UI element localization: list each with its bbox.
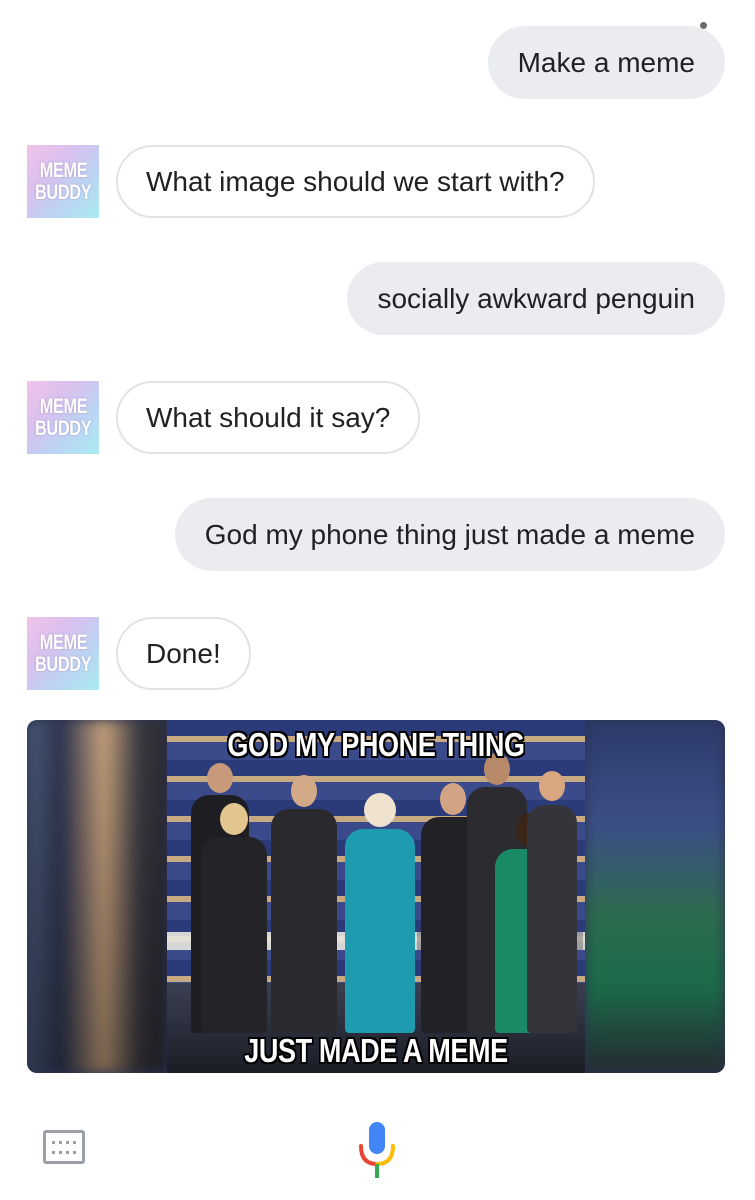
meme-buddy-avatar: MEME BUDDY xyxy=(27,381,99,454)
meme-blurred-background-left xyxy=(27,720,167,1073)
bot-message: What image should we start with? xyxy=(116,145,595,218)
meme-buddy-avatar: MEME BUDDY xyxy=(27,145,99,218)
microphone-icon[interactable] xyxy=(357,1122,397,1180)
meme-blurred-background-right xyxy=(585,720,725,1073)
avatar-text-line2: BUDDY xyxy=(34,416,92,440)
person xyxy=(271,775,337,1033)
meme-photo: GOD MY PHONE THING JUST MADE A MEME xyxy=(167,720,585,1073)
bot-message: Done! xyxy=(116,617,251,690)
avatar-text-line2: BUDDY xyxy=(34,180,92,204)
avatar-text-line1: MEME xyxy=(39,158,87,182)
person xyxy=(201,803,267,1033)
avatar-text-line1: MEME xyxy=(39,630,87,654)
person xyxy=(527,771,577,1033)
person xyxy=(345,793,415,1033)
user-message: God my phone thing just made a meme xyxy=(174,498,725,571)
meme-bottom-text: JUST MADE A MEME xyxy=(244,1032,508,1069)
avatar-text-line1: MEME xyxy=(39,394,87,418)
user-message: Make a meme xyxy=(487,26,725,99)
meme-image-card[interactable]: GOD MY PHONE THING JUST MADE A MEME xyxy=(27,720,725,1073)
avatar-text-line2: BUDDY xyxy=(34,652,92,676)
meme-top-text: GOD MY PHONE THING xyxy=(227,726,525,763)
keyboard-icon[interactable] xyxy=(43,1130,85,1166)
user-message: socially awkward penguin xyxy=(347,262,725,335)
meme-buddy-avatar: MEME BUDDY xyxy=(27,617,99,690)
bot-message: What should it say? xyxy=(116,381,421,454)
